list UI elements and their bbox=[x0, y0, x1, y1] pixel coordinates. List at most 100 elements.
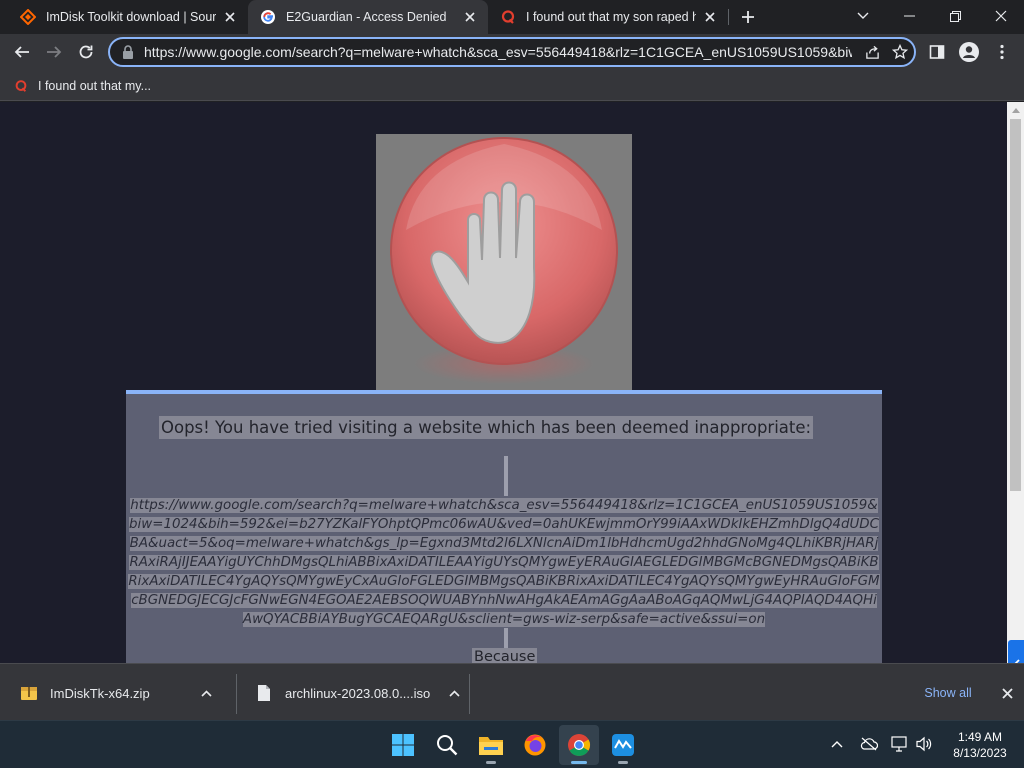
profile-button[interactable] bbox=[955, 38, 983, 66]
zip-archive-icon bbox=[21, 687, 37, 700]
star-icon bbox=[892, 44, 908, 60]
taskbar-search-button[interactable] bbox=[427, 725, 467, 765]
shelf-divider bbox=[236, 674, 237, 714]
tab-quora[interactable]: I found out that my son raped his bbox=[488, 0, 728, 34]
page-title: Oops! You have tried visiting a website … bbox=[159, 416, 814, 439]
side-panel-button[interactable] bbox=[923, 38, 951, 66]
reload-icon bbox=[79, 45, 93, 59]
download-filename: archlinux-2023.08.0....iso bbox=[285, 685, 431, 701]
connector-line bbox=[504, 628, 508, 648]
running-indicator bbox=[571, 761, 587, 764]
bookmarks-bar: I found out that my... bbox=[0, 71, 1024, 101]
tab-strip: ImDisk Toolkit download | SourceForge.ne… bbox=[0, 0, 1024, 34]
arrow-right-icon bbox=[47, 46, 62, 58]
stop-hand-image bbox=[376, 134, 632, 390]
address-bar[interactable] bbox=[108, 37, 916, 67]
access-denied-page: Oops! You have tried visiting a website … bbox=[0, 102, 1007, 663]
network-tray-icon[interactable] bbox=[889, 733, 911, 755]
running-indicator bbox=[486, 761, 496, 764]
google-icon bbox=[261, 10, 275, 24]
browser-toolbar bbox=[0, 34, 1024, 71]
tab-title: I found out that my son raped his bbox=[526, 10, 696, 24]
tab-title: ImDisk Toolkit download | SourceForge.ne… bbox=[46, 10, 216, 24]
close-icon bbox=[995, 10, 1007, 22]
quora-icon bbox=[15, 80, 27, 92]
vertical-scrollbar[interactable] bbox=[1007, 102, 1024, 663]
bookmark-label: I found out that my... bbox=[38, 79, 152, 93]
stop-hand-icon bbox=[390, 137, 618, 384]
url-input[interactable] bbox=[144, 44, 852, 60]
minimize-icon bbox=[903, 15, 915, 17]
denial-panel: Oops! You have tried visiting a website … bbox=[126, 390, 882, 663]
atera-button[interactable] bbox=[603, 725, 643, 765]
show-hidden-icons-button[interactable] bbox=[826, 733, 848, 755]
forward-button[interactable] bbox=[40, 38, 68, 66]
arrow-left-icon bbox=[14, 46, 29, 58]
side-panel-icon bbox=[929, 45, 945, 59]
page-viewport: Oops! You have tried visiting a website … bbox=[0, 102, 1024, 663]
tab-imdisk[interactable]: ImDisk Toolkit download | SourceForge.ne… bbox=[8, 0, 248, 34]
cloud-offline-icon bbox=[860, 737, 878, 751]
tab-separator bbox=[728, 9, 729, 25]
clock-date: 8/13/2023 bbox=[953, 746, 1007, 760]
file-explorer-button[interactable] bbox=[471, 725, 511, 765]
connector-line bbox=[504, 456, 508, 496]
restore-button[interactable] bbox=[932, 0, 978, 32]
download-options-button[interactable] bbox=[444, 683, 464, 703]
close-tab-icon[interactable] bbox=[462, 9, 478, 25]
browser-window: ImDisk Toolkit download | SourceForge.ne… bbox=[0, 0, 1024, 768]
tab-title: E2Guardian - Access Denied bbox=[286, 10, 447, 24]
speaker-icon bbox=[916, 736, 932, 752]
tab-e2guardian[interactable]: E2Guardian - Access Denied bbox=[248, 0, 488, 34]
reload-button[interactable] bbox=[72, 38, 100, 66]
chevron-down-icon bbox=[857, 12, 869, 19]
chevron-up-icon bbox=[449, 689, 460, 697]
lock-icon bbox=[123, 45, 133, 59]
taskbar-clock[interactable]: 1:49 AM 8/13/2023 bbox=[940, 729, 1020, 761]
file-icon bbox=[258, 685, 270, 701]
windows-taskbar: 1:49 AM 8/13/2023 bbox=[0, 720, 1024, 768]
bookmark-star-button[interactable] bbox=[886, 40, 914, 64]
menu-button[interactable] bbox=[988, 38, 1016, 66]
volume-tray-icon[interactable] bbox=[913, 733, 935, 755]
back-button[interactable] bbox=[8, 38, 36, 66]
bookmark-item[interactable]: I found out that my... bbox=[14, 76, 151, 96]
start-button[interactable] bbox=[383, 725, 423, 765]
minimize-button[interactable] bbox=[886, 0, 932, 32]
clock-time: 1:49 AM bbox=[957, 730, 1003, 744]
close-tab-icon[interactable] bbox=[222, 9, 238, 25]
downloads-shelf: ImDiskTk-x64.zip archlinux-2023.08.0....… bbox=[0, 663, 1024, 720]
close-tab-icon[interactable] bbox=[702, 9, 718, 25]
network-icon bbox=[891, 736, 907, 752]
firefox-icon bbox=[524, 734, 546, 756]
close-shelf-button[interactable] bbox=[996, 682, 1018, 704]
chevron-up-icon bbox=[201, 689, 212, 697]
scroll-up-arrow[interactable] bbox=[1007, 102, 1024, 119]
download-item[interactable]: ImDiskTk-x64.zip bbox=[20, 672, 217, 714]
download-options-button[interactable] bbox=[197, 683, 217, 703]
search-icon bbox=[437, 735, 458, 756]
close-icon bbox=[1001, 687, 1013, 699]
show-all-downloads-link[interactable]: Show all bbox=[914, 682, 982, 704]
chrome-button[interactable] bbox=[559, 725, 599, 765]
tab-search-button[interactable] bbox=[840, 0, 886, 32]
firefox-button[interactable] bbox=[515, 725, 555, 765]
plus-icon bbox=[742, 11, 754, 23]
share-button[interactable] bbox=[858, 40, 886, 64]
chrome-icon bbox=[568, 734, 590, 756]
restore-icon bbox=[949, 10, 961, 22]
scrollbar-thumb[interactable] bbox=[1010, 119, 1021, 491]
share-icon bbox=[865, 45, 879, 59]
new-tab-button[interactable] bbox=[736, 5, 760, 29]
download-item[interactable]: archlinux-2023.08.0....iso bbox=[255, 672, 464, 714]
close-window-button[interactable] bbox=[978, 0, 1024, 32]
folder-icon bbox=[479, 737, 503, 755]
atera-icon bbox=[612, 734, 634, 756]
download-filename: ImDiskTk-x64.zip bbox=[50, 685, 150, 701]
side-panel-toggle[interactable] bbox=[1008, 640, 1024, 663]
kebab-menu-icon bbox=[1000, 44, 1004, 60]
sourceforge-icon bbox=[20, 9, 36, 25]
onedrive-tray-icon[interactable] bbox=[858, 733, 880, 755]
because-label: Because bbox=[472, 648, 538, 663]
blocked-url: https://www.google.com/search?q=melware+… bbox=[128, 498, 880, 627]
